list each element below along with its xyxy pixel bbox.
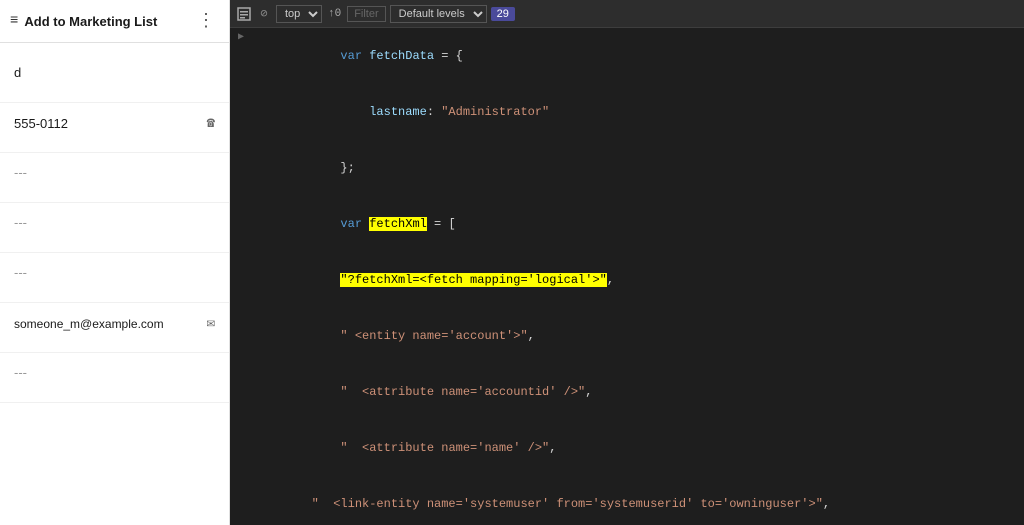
code-line: " <attribute name='accountid' />", xyxy=(230,364,1024,420)
code-line: " <link-entity name='systemuser' from='s… xyxy=(230,476,1024,525)
code-line: " <attribute name='name' />", xyxy=(230,420,1024,476)
devtools-panel: ⊘ top ↑0 Filter Default levels 29 ▶ var … xyxy=(230,0,1024,525)
email-icon[interactable]: ✉ xyxy=(207,315,215,332)
name-field: d xyxy=(0,53,229,103)
panel-title: Add to Marketing List xyxy=(24,14,193,29)
dash-field-3: --- xyxy=(0,253,229,303)
message-count: 29 xyxy=(491,7,515,21)
dash-value-1: --- xyxy=(14,165,27,180)
dash-field-4: --- xyxy=(0,353,229,403)
top-dropdown[interactable]: top xyxy=(276,5,322,23)
dash-field-1: --- xyxy=(0,153,229,203)
level-indicator: ↑0 xyxy=(326,8,343,20)
email-value: someone_m@example.com xyxy=(14,317,164,331)
phone-value: 555-0112 xyxy=(14,116,68,131)
code-line: "?fetchXml=<fetch mapping='logical'>", xyxy=(230,252,1024,308)
code-line: var fetchXml = [ xyxy=(230,196,1024,252)
email-field: someone_m@example.com ✉ xyxy=(0,303,229,353)
line-arrow: ▶ xyxy=(238,29,252,47)
phone-icon[interactable]: ☎ xyxy=(207,115,215,132)
filter-input[interactable]: Filter xyxy=(347,6,385,22)
name-value: d xyxy=(14,65,21,80)
page-icon xyxy=(236,6,252,22)
code-line: lastname: "Administrator" xyxy=(230,84,1024,140)
left-content: d 555-0112 ☎ --- --- --- someone_m@examp… xyxy=(0,43,229,525)
menu-icon[interactable]: ⋮ xyxy=(193,8,219,34)
dash-value-3: --- xyxy=(14,265,27,280)
left-header: ≡ Add to Marketing List ⋮ xyxy=(0,0,229,43)
phone-field: 555-0112 ☎ xyxy=(0,103,229,153)
code-line: " <entity name='account'>", xyxy=(230,308,1024,364)
dash-field-2: --- xyxy=(0,203,229,253)
console-output[interactable]: ▶ var fetchData = { lastname: "Administr… xyxy=(230,28,1024,525)
dash-value-2: --- xyxy=(14,215,27,230)
devtools-toolbar: ⊘ top ↑0 Filter Default levels 29 xyxy=(230,0,1024,28)
code-line: ▶ var fetchData = { xyxy=(230,28,1024,84)
code-line: }; xyxy=(230,140,1024,196)
circle-check-icon: ⊘ xyxy=(256,6,272,22)
levels-dropdown[interactable]: Default levels xyxy=(390,5,487,23)
dash-value-4: --- xyxy=(14,365,27,380)
left-panel: ≡ Add to Marketing List ⋮ d 555-0112 ☎ -… xyxy=(0,0,230,525)
list-icon: ≡ xyxy=(10,13,18,29)
